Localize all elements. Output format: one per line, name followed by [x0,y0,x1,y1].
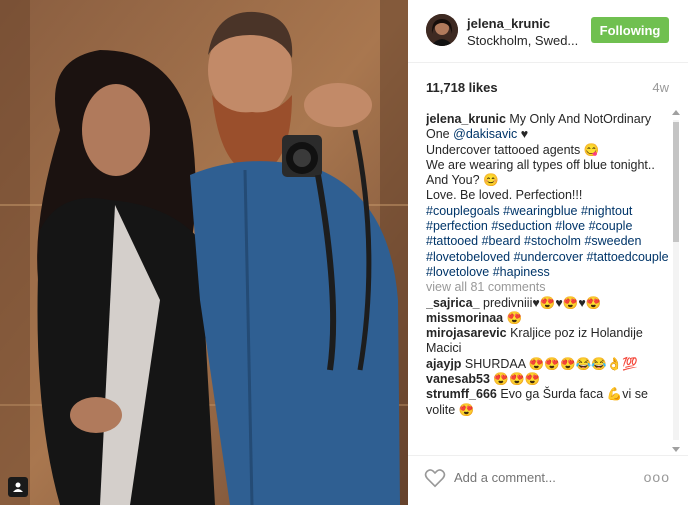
comment-username[interactable]: mirojasarevic [426,326,507,340]
avatar[interactable] [426,14,458,46]
user-info: jelena_krunic Stockholm, Swed... [467,15,578,49]
comment-item: _sajrica_ predivniii♥😍♥😍♥😍 [426,296,674,311]
couple-photo-illustration [0,0,408,505]
comment-username[interactable]: ajayjp [426,357,461,371]
following-button[interactable]: Following [591,17,669,43]
post-location[interactable]: Stockholm, Swed... [467,32,578,49]
scroll-down-arrow-icon[interactable] [672,447,680,452]
heart-outline-icon[interactable] [424,468,446,488]
comment-username[interactable]: vanesab53 [426,372,490,386]
comment-item: vanesab53 😍😍😍 [426,372,674,387]
caption-mention[interactable]: @dakisavic [453,127,517,141]
post-age[interactable]: 4w [652,80,669,95]
post-details-panel: jelena_krunic Stockholm, Swed... Followi… [408,0,688,505]
comment-item: ajayjp SHURDAA 😍😍😍😂😂👌💯 [426,357,674,372]
post-photo[interactable] [0,0,408,505]
likes-count[interactable]: 11,718 likes [426,80,498,95]
scroll-up-arrow-icon[interactable] [672,110,680,115]
caption-line4: Love. Be loved. Perfection!!! [426,188,583,203]
comments-list: jelena_krunic My Only And NotOrdinary On… [426,112,674,452]
view-all-comments-link[interactable]: view all 81 comments [426,280,674,295]
person-tag-icon [13,482,23,492]
comment-username[interactable]: missmorinaa [426,311,503,325]
scroll-thumb[interactable] [673,122,679,242]
caption-hashtags[interactable]: #couplegoals #wearingblue #nightout #per… [426,204,669,279]
post-header: jelena_krunic Stockholm, Swed... Followi… [408,0,688,63]
comments-scrollbar[interactable] [670,110,680,452]
caption-line2: Undercover tattooed agents 😋 [426,142,600,157]
comment-item: missmorinaa 😍 [426,311,674,326]
comment-username[interactable]: strumff_666 [426,387,497,401]
comment-text: SHURDAA 😍😍😍😂😂👌💯 [464,356,638,371]
comment-username[interactable]: _sajrica_ [426,296,480,310]
tagged-people-button[interactable] [8,477,28,497]
avatar-image [426,14,458,46]
comment-text: predivniii♥😍♥😍♥😍 [483,295,602,310]
post-caption: jelena_krunic My Only And NotOrdinary On… [426,112,674,280]
comment-item: mirojasarevic Kraljice poz iz Holandije … [426,326,674,357]
post-username[interactable]: jelena_krunic [467,15,578,32]
comment-text: 😍 [506,310,523,325]
add-comment-input[interactable] [454,470,634,485]
comment-footer: ooo [408,455,688,506]
more-options-icon[interactable]: ooo [644,469,670,485]
caption-username[interactable]: jelena_krunic [426,112,506,126]
comment-text: 😍😍😍 [493,372,541,387]
caption-heart: ♥ [520,127,529,142]
comment-item: strumff_666 Evo ga Šurda faca 💪vi se vol… [426,387,674,418]
likes-row: 11,718 likes 4w [426,80,669,95]
caption-line3: We are wearing all types off blue tonigh… [426,157,655,188]
